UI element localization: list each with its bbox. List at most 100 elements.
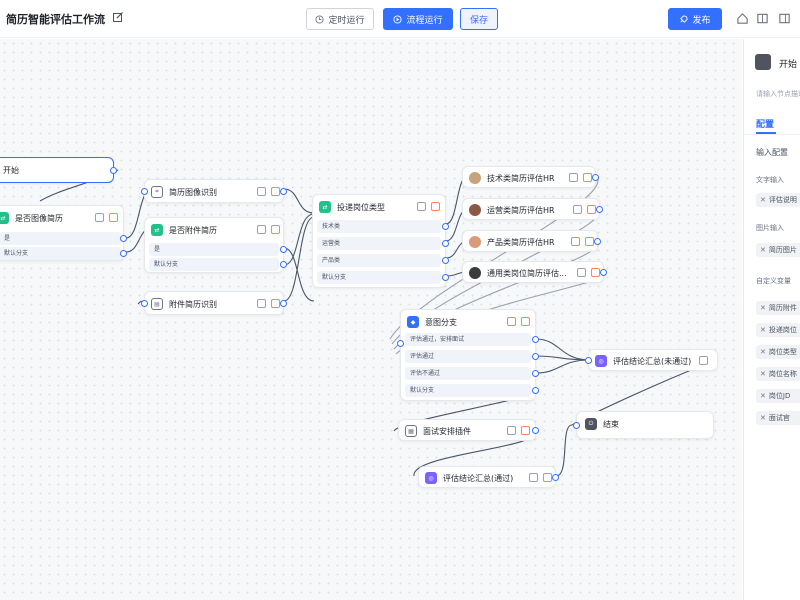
panel-toggle-icon[interactable] bbox=[778, 12, 791, 25]
book-icon[interactable] bbox=[756, 12, 769, 25]
input-port[interactable] bbox=[141, 188, 148, 195]
custom-var-chip[interactable]: ✕ 岗位JD bbox=[756, 389, 800, 403]
output-port[interactable] bbox=[280, 188, 287, 195]
copy-icon[interactable] bbox=[529, 473, 538, 482]
copy-icon[interactable] bbox=[507, 317, 516, 326]
copy-icon[interactable] bbox=[417, 202, 426, 211]
output-port[interactable] bbox=[442, 257, 449, 264]
schedule-run-button[interactable]: 定时运行 bbox=[306, 8, 374, 30]
node-image-check[interactable]: ⇄ 是否图像简历 是 默认分支 bbox=[0, 205, 127, 261]
delete-icon[interactable] bbox=[521, 317, 530, 326]
node-end[interactable]: ⏻ 结束 bbox=[573, 411, 714, 439]
input-port[interactable] bbox=[141, 300, 148, 307]
node-summary-pass[interactable]: ◎ 评估结论汇总(通过) bbox=[418, 466, 559, 488]
node-ops-hr[interactable]: 运营类简历评估HR bbox=[462, 198, 603, 220]
delete-icon[interactable] bbox=[543, 473, 552, 482]
workflow-canvas[interactable]: 开始 ⇄ 是否图像简历 是 默认分支 ⌗ 简历图像识别 ⇄ 是否附件简历 是 默… bbox=[0, 39, 742, 600]
copy-icon[interactable] bbox=[257, 299, 266, 308]
node-tech-hr[interactable]: 技术类简历评估HR bbox=[462, 166, 599, 188]
custom-var-chip[interactable]: ✕ 岗位名称 bbox=[756, 367, 800, 381]
custom-var-chip[interactable]: ✕ 岗位类型 bbox=[756, 345, 800, 359]
output-port[interactable] bbox=[532, 387, 539, 394]
input-port[interactable] bbox=[397, 340, 404, 347]
delete-icon[interactable] bbox=[109, 213, 118, 222]
node-start[interactable]: 开始 bbox=[0, 157, 117, 183]
remove-icon[interactable]: ✕ bbox=[760, 370, 766, 378]
output-port[interactable] bbox=[594, 238, 601, 245]
output-port[interactable] bbox=[280, 300, 287, 307]
image-input-chip[interactable]: ✕ 简历图片 bbox=[756, 243, 800, 257]
delete-icon[interactable] bbox=[271, 299, 280, 308]
output-port[interactable] bbox=[596, 206, 603, 213]
output-port[interactable] bbox=[120, 235, 127, 242]
remove-icon[interactable]: ✕ bbox=[760, 196, 766, 204]
node-interview-plugin[interactable]: ▦ 面试安排插件 bbox=[398, 419, 539, 441]
edit-icon[interactable] bbox=[112, 11, 124, 23]
node-image-recog[interactable]: ⌗ 简历图像识别 bbox=[141, 179, 287, 203]
node-general-hr[interactable]: 通用类岗位简历评估... bbox=[462, 261, 607, 283]
output-port[interactable] bbox=[532, 370, 539, 377]
copy-icon[interactable] bbox=[95, 213, 104, 222]
output-port[interactable] bbox=[532, 427, 539, 434]
remove-icon[interactable]: ✕ bbox=[760, 392, 766, 400]
output-port[interactable] bbox=[120, 250, 127, 257]
panel-node-description[interactable]: 请输入节点描述 bbox=[756, 89, 800, 99]
input-port[interactable] bbox=[585, 357, 592, 364]
input-port[interactable] bbox=[573, 422, 580, 429]
save-button[interactable]: 保存 bbox=[460, 8, 498, 30]
copy-icon[interactable] bbox=[577, 268, 586, 277]
node-attachment-check[interactable]: ⇄ 是否附件简历 是 默认分支 bbox=[144, 217, 287, 273]
output-port[interactable] bbox=[280, 246, 287, 253]
remove-icon[interactable]: ✕ bbox=[760, 304, 766, 312]
node-product-hr[interactable]: 产品类简历评估HR bbox=[462, 230, 601, 252]
output-port[interactable] bbox=[592, 174, 599, 181]
remove-icon[interactable]: ✕ bbox=[760, 348, 766, 356]
home-icon[interactable] bbox=[736, 12, 749, 25]
run-flow-button[interactable]: 流程运行 bbox=[383, 8, 453, 30]
output-port[interactable] bbox=[532, 353, 539, 360]
node-start-output-port[interactable] bbox=[110, 167, 117, 174]
output-port[interactable] bbox=[600, 269, 607, 276]
delete-icon[interactable] bbox=[431, 202, 440, 211]
copy-icon[interactable] bbox=[699, 356, 708, 365]
rocket-icon bbox=[680, 14, 689, 23]
remove-icon[interactable]: ✕ bbox=[760, 326, 766, 334]
output-port[interactable] bbox=[442, 240, 449, 247]
custom-var-chip[interactable]: ✕ 面试官 bbox=[756, 411, 800, 425]
custom-var-chip[interactable]: ✕ 投递岗位 bbox=[756, 323, 800, 337]
delete-icon[interactable] bbox=[271, 187, 280, 196]
delete-icon[interactable] bbox=[271, 225, 280, 234]
panel-node-title[interactable]: 开始 bbox=[779, 57, 797, 70]
play-icon bbox=[393, 14, 403, 24]
output-port[interactable] bbox=[442, 223, 449, 230]
node-position-type[interactable]: ⇄ 投递岗位类型 技术类 运营类 产品类 默认分支 bbox=[312, 194, 449, 288]
save-label: 保存 bbox=[469, 15, 488, 26]
node-intent-branch[interactable]: ◆ 意图分支 评估通过，安排面试 评估通过 评估不通过 默认分支 bbox=[397, 309, 539, 401]
delete-icon[interactable] bbox=[585, 237, 594, 246]
text-input-chip[interactable]: ✕ 评估说明 bbox=[756, 193, 800, 207]
node-summary-fail[interactable]: ◎ 评估结论汇总(未通过) bbox=[585, 349, 718, 371]
condition-icon: ⇄ bbox=[0, 212, 9, 224]
publish-button[interactable]: 发布 bbox=[668, 8, 722, 30]
output-port[interactable] bbox=[280, 261, 287, 268]
option-row: 评估不通过 bbox=[405, 367, 531, 380]
copy-icon[interactable] bbox=[257, 187, 266, 196]
delete-icon[interactable] bbox=[587, 205, 596, 214]
custom-var-chip[interactable]: ✕ 简历附件 bbox=[756, 301, 800, 315]
copy-icon[interactable] bbox=[571, 237, 580, 246]
output-port[interactable] bbox=[552, 474, 559, 481]
copy-icon[interactable] bbox=[257, 225, 266, 234]
output-port[interactable] bbox=[442, 274, 449, 281]
delete-icon[interactable] bbox=[521, 426, 530, 435]
remove-icon[interactable]: ✕ bbox=[760, 414, 766, 422]
copy-icon[interactable] bbox=[569, 173, 578, 182]
node-intent-branch-title: 意图分支 bbox=[425, 317, 457, 327]
delete-icon[interactable] bbox=[591, 268, 600, 277]
copy-icon[interactable] bbox=[507, 426, 516, 435]
output-port[interactable] bbox=[532, 336, 539, 343]
delete-icon[interactable] bbox=[583, 173, 592, 182]
tab-config[interactable]: 配置 bbox=[756, 117, 774, 130]
copy-icon[interactable] bbox=[573, 205, 582, 214]
remove-icon[interactable]: ✕ bbox=[760, 246, 766, 254]
node-attachment-recog[interactable]: ▤ 附件简历识别 bbox=[141, 291, 287, 315]
